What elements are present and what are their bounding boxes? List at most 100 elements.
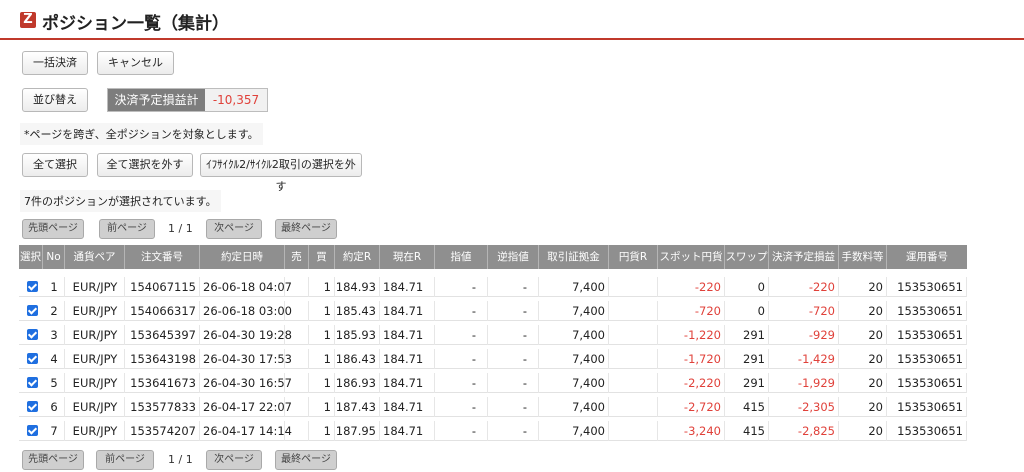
cell-buy: 1 — [323, 400, 331, 414]
cell-sell — [285, 325, 309, 345]
cell-op-no: 153530651 — [897, 376, 963, 390]
col-fee[interactable]: 手数料等 — [839, 245, 887, 269]
col-select[interactable]: 選択 — [19, 245, 43, 269]
settlement-total-label: 決済予定損益計 — [108, 89, 205, 111]
col-swap[interactable]: スワップ — [725, 245, 769, 269]
table-row[interactable]: 6 EUR/JPY 153577833 26-04-17 22:07 1 187.43 18… — [19, 397, 967, 417]
col-pnl[interactable]: 決済予定損益 — [769, 245, 839, 269]
cell-fee: 20 — [868, 352, 883, 366]
row-select-checkbox[interactable] — [27, 377, 38, 388]
cell-current-rate: 184.71 — [383, 280, 424, 294]
cell-datetime: 26-04-17 22:07 — [203, 400, 292, 414]
row-select-checkbox[interactable] — [27, 353, 38, 364]
cell-pnl: -929 — [808, 328, 835, 342]
col-yen-rate[interactable]: 円貨R — [609, 245, 658, 269]
cell-yen-rate — [609, 325, 658, 345]
next-page-button-bottom[interactable]: 次ページ — [206, 450, 262, 470]
first-page-button-top[interactable]: 先頭ページ — [22, 219, 84, 239]
cell-buy: 1 — [323, 280, 331, 294]
cell-sell — [285, 421, 309, 441]
cell-current-rate: 184.71 — [383, 424, 424, 438]
cell-swap: 291 — [743, 352, 765, 366]
deselect-all-button[interactable]: 全て選択を外す — [97, 153, 193, 177]
cell-order: 153577833 — [130, 400, 196, 414]
cell-yen-rate — [609, 421, 658, 441]
cell-exec-rate: 186.43 — [335, 352, 376, 366]
row-select-checkbox[interactable] — [27, 305, 38, 316]
col-op-no[interactable]: 運用番号 — [887, 245, 967, 269]
table-row[interactable]: 4 EUR/JPY 153643198 26-04-30 17:53 1 186.43 18… — [19, 349, 967, 369]
cell-buy: 1 — [323, 376, 331, 390]
cell-limit: - — [471, 424, 476, 438]
last-page-button-top[interactable]: 最終ページ — [275, 219, 337, 239]
table-row[interactable]: 1 EUR/JPY 154067115 26-06-18 04:07 1 184.93 18… — [19, 277, 967, 297]
cell-buy: 1 — [323, 424, 331, 438]
table-row[interactable]: 7 EUR/JPY 153574207 26-04-17 14:14 1 187.95 18… — [19, 421, 967, 441]
cell-stop: - — [522, 280, 527, 294]
cell-stop: - — [522, 424, 527, 438]
last-page-button-bottom[interactable]: 最終ページ — [275, 450, 337, 470]
col-no[interactable]: No — [43, 245, 65, 269]
cell-exec-rate: 185.43 — [335, 304, 376, 318]
cell-stop: - — [522, 400, 527, 414]
col-limit[interactable]: 指値 — [435, 245, 488, 269]
cell-op-no: 153530651 — [897, 400, 963, 414]
cell-swap: 291 — [743, 376, 765, 390]
cell-sell — [285, 397, 309, 417]
cell-current-rate: 184.71 — [383, 376, 424, 390]
prev-page-button-bottom[interactable]: 前ページ — [96, 450, 154, 470]
table-row[interactable]: 2 EUR/JPY 154066317 26-06-18 03:00 1 185.43 18… — [19, 301, 967, 321]
prev-page-button-top[interactable]: 前ページ — [99, 219, 155, 239]
cell-limit: - — [471, 304, 476, 318]
cell-op-no: 153530651 — [897, 424, 963, 438]
cell-fee: 20 — [868, 328, 883, 342]
page-indicator-top: 1 / 1 — [168, 222, 193, 235]
col-sell[interactable]: 売 — [285, 245, 309, 269]
cell-exec-rate: 187.43 — [335, 400, 376, 414]
cell-pair: EUR/JPY — [72, 376, 118, 390]
cell-margin: 7,400 — [572, 280, 605, 294]
cancel-button[interactable]: キャンセル — [97, 51, 174, 75]
cell-fee: 20 — [868, 424, 883, 438]
cell-swap: 0 — [757, 280, 765, 294]
cell-margin: 7,400 — [572, 400, 605, 414]
cell-datetime: 26-04-17 14:14 — [203, 424, 292, 438]
cell-no: 4 — [50, 352, 58, 366]
col-exec-rate[interactable]: 約定R — [335, 245, 380, 269]
cell-datetime: 26-06-18 03:00 — [203, 304, 292, 318]
col-order[interactable]: 注文番号 — [125, 245, 200, 269]
cell-fee: 20 — [868, 400, 883, 414]
cell-datetime: 26-04-30 17:53 — [203, 352, 292, 366]
row-select-checkbox[interactable] — [27, 401, 38, 412]
col-datetime[interactable]: 約定日時 — [200, 245, 285, 269]
deselect-cycle-button[interactable]: ｲﾌｻｲｸﾙ2/ｻｲｸﾙ2取引の選択を外す — [200, 153, 362, 193]
cell-fee: 20 — [868, 280, 883, 294]
cell-order: 154067115 — [130, 280, 196, 294]
select-all-button[interactable]: 全て選択 — [22, 153, 88, 177]
col-pair[interactable]: 通貨ペア — [65, 245, 125, 269]
col-margin[interactable]: 取引証拠金 — [539, 245, 609, 269]
table-row[interactable]: 3 EUR/JPY 153645397 26-04-30 19:28 1 185.93 18… — [19, 325, 967, 345]
cell-op-no: 153530651 — [897, 352, 963, 366]
sort-button[interactable]: 並び替え — [22, 88, 88, 112]
first-page-button-bottom[interactable]: 先頭ページ — [22, 450, 84, 470]
row-select-checkbox[interactable] — [27, 281, 38, 292]
col-current-rate[interactable]: 現在R — [380, 245, 435, 269]
cell-pair: EUR/JPY — [72, 280, 118, 294]
cell-no: 2 — [50, 304, 58, 318]
row-select-checkbox[interactable] — [27, 329, 38, 340]
cell-stop: - — [522, 376, 527, 390]
table-row[interactable]: 5 EUR/JPY 153641673 26-04-30 16:57 1 186.93 18… — [19, 373, 967, 393]
col-stop[interactable]: 逆指値 — [488, 245, 539, 269]
cell-pnl: -220 — [808, 280, 835, 294]
cell-swap: 291 — [743, 328, 765, 342]
bulk-settle-button[interactable]: 一括決済 — [22, 51, 88, 75]
cell-order: 154066317 — [130, 304, 196, 318]
col-spot[interactable]: スポット円貨 — [658, 245, 725, 269]
cell-exec-rate: 186.93 — [335, 376, 376, 390]
row-select-checkbox[interactable] — [27, 425, 38, 436]
cell-no: 7 — [50, 424, 58, 438]
col-buy[interactable]: 買 — [309, 245, 335, 269]
next-page-button-top[interactable]: 次ページ — [206, 219, 262, 239]
cell-op-no: 153530651 — [897, 328, 963, 342]
